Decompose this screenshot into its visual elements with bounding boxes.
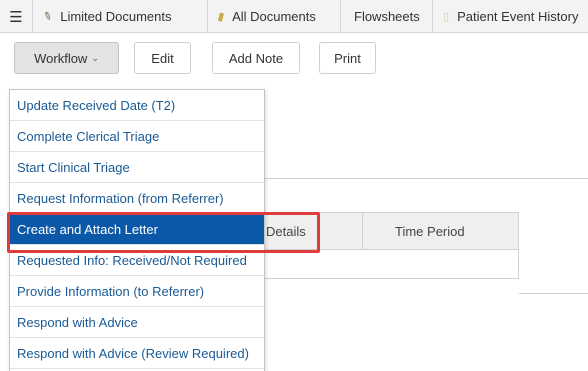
edit-button[interactable]: Edit [134,42,191,74]
add-note-button[interactable]: Add Note [212,42,300,74]
tab-flowsheets[interactable]: Flowsheets [341,0,433,33]
tab-limited-documents[interactable]: ✎ Limited Documents [33,0,208,33]
workflow-button[interactable]: Workflow ⌄ [14,42,119,74]
column-separator [362,213,363,250]
menu-item-update-received-date[interactable]: Update Received Date (T2) [10,90,264,121]
tab-patient-event-history[interactable]: ▯ Patient Event History [433,0,588,33]
workflow-label: Workflow [34,50,88,66]
add-note-label: Add Note [228,50,284,66]
chevron-down-icon: ⌄ [91,52,99,63]
tab-label: Patient Event History [457,9,579,24]
edit-label: Edit [151,50,174,66]
pencil-icon: ✎ [41,9,54,25]
folder-icon: ▮ [216,10,226,24]
print-label: Print [334,50,361,66]
menu-item-respond-with-advice-review[interactable]: Respond with Advice (Review Required) [10,338,264,369]
print-button[interactable]: Print [319,42,376,74]
tab-all-documents[interactable]: ▮ All Documents [208,0,341,33]
section-divider [519,293,588,294]
menu-item-complete-clerical-triage[interactable]: Complete Clerical Triage [10,121,264,152]
tab-label: All Documents [232,9,316,24]
annotation-highlight-box [7,212,320,253]
menu-item-start-clinical-triage[interactable]: Start Clinical Triage [10,152,264,183]
document-tab-bar: ☰ ✎ Limited Documents ▮ All Documents Fl… [0,0,588,33]
menu-item-provide-information[interactable]: Provide Information (to Referrer) [10,276,264,307]
document-icon: ▯ [443,11,450,23]
tab-label: Flowsheets [354,9,420,24]
tab-label: Limited Documents [60,9,172,24]
section-divider [265,178,588,179]
menu-item-request-information[interactable]: Request Information (from Referrer) [10,183,264,214]
hamburger-menu-icon[interactable]: ☰ [0,0,33,33]
menu-item-respond-with-advice[interactable]: Respond with Advice [10,307,264,338]
column-header-time-period[interactable]: Time Period [395,213,465,250]
